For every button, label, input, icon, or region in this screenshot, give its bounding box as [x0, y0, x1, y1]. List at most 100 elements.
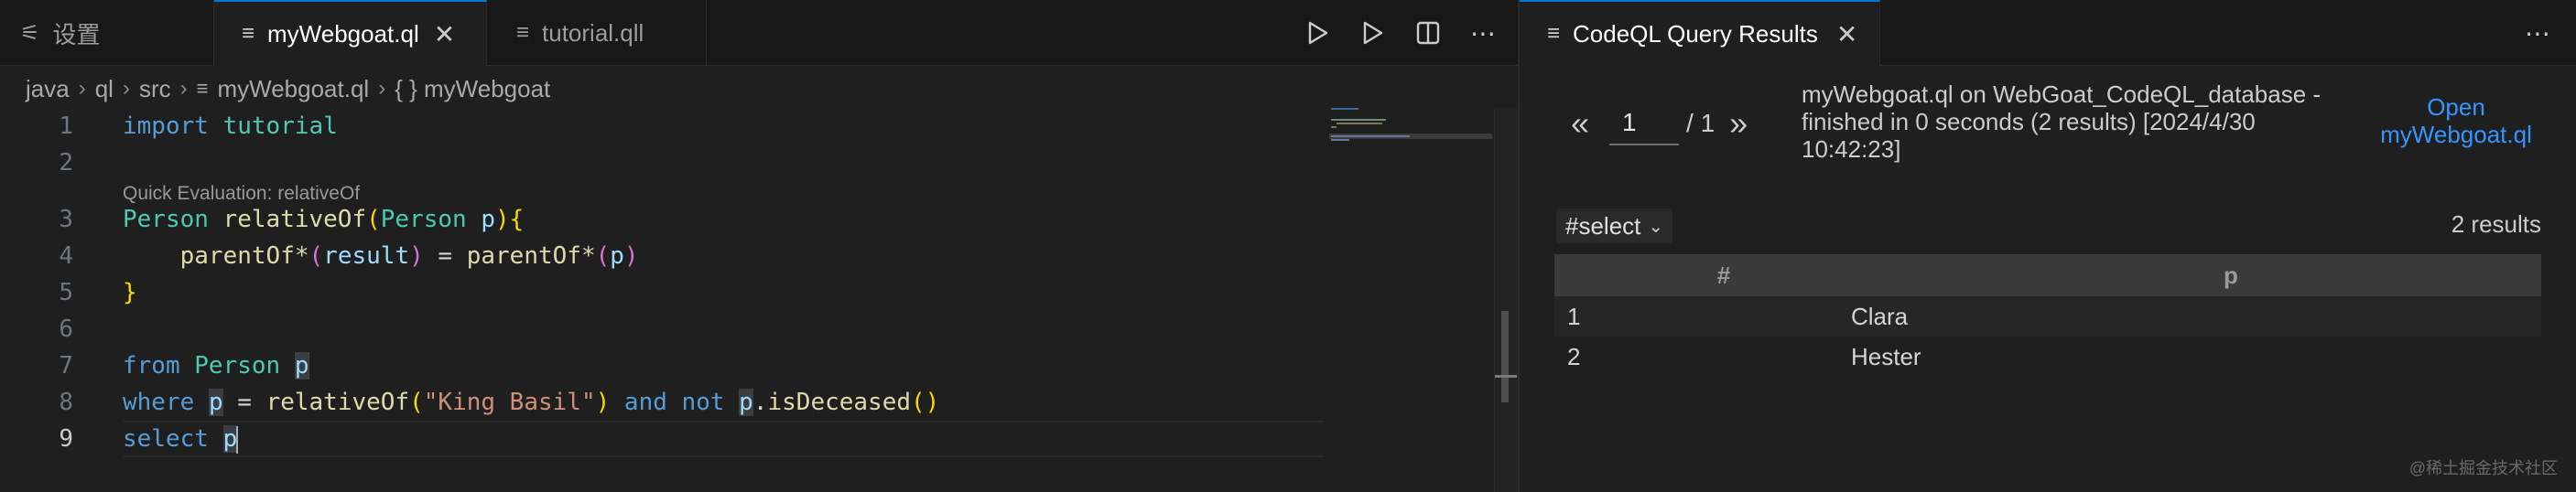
code-token: p — [610, 242, 624, 270]
code-token: from — [123, 352, 180, 380]
previous-page-icon[interactable]: « — [1571, 104, 1589, 143]
breadcrumb-item[interactable]: ql — [95, 75, 114, 103]
chevron-right-icon: › — [78, 76, 86, 101]
close-icon[interactable]: ✕ — [1836, 19, 1857, 49]
line-number: 9 — [59, 425, 73, 453]
code-line: 3 Person relativeOf(Person p){ — [0, 201, 1327, 238]
page-total: / 1 — [1686, 109, 1716, 137]
code-token: relativeOf — [265, 389, 410, 416]
code-line: 2 — [0, 144, 1327, 181]
tab-tutorial-qll[interactable]: ≡ tutorial.qll — [487, 0, 707, 66]
code-token: p — [208, 389, 223, 416]
editor-actions: ⋯ — [1304, 0, 1498, 66]
code-token: p — [294, 352, 309, 380]
code-line: 7 from Person p — [0, 348, 1327, 384]
debug-run-icon[interactable] — [1358, 18, 1388, 48]
code-token: relativeOf — [222, 206, 367, 233]
file-lines-icon: ≡ — [516, 20, 530, 45]
tab-label: tutorial.qll — [542, 18, 644, 47]
code-token: Person — [380, 206, 467, 233]
line-number: 8 — [59, 389, 73, 416]
line-number: 3 — [59, 206, 73, 233]
more-actions-icon[interactable]: ⋯ — [1468, 18, 1498, 48]
row-index: 1 — [1567, 302, 1581, 330]
code-token: p — [481, 206, 496, 233]
breadcrumb: java › ql › src › ≡ myWebgoat.ql › { } m… — [26, 71, 550, 106]
query-summary: myWebgoat.ql on WebGoat_CodeQL_database … — [1802, 80, 2322, 163]
file-lines-icon: ≡ — [196, 77, 209, 100]
code-editor[interactable]: 1 import tutorial 2 Quick Evaluation: re… — [0, 108, 1327, 492]
query-results-panel: ≡ CodeQL Query Results ✕ ⋯ « / 1 » myWeb… — [1520, 0, 2576, 492]
code-line: 1 import tutorial — [0, 108, 1327, 144]
code-token: tutorial — [222, 112, 338, 140]
row-value[interactable]: Hester — [1851, 343, 2541, 371]
result-set-value: #select — [1565, 211, 1641, 240]
code-line: 4 parentOf*(result) = parentOf*(p) — [0, 238, 1327, 274]
minimap[interactable] — [1329, 108, 1494, 492]
file-lines-icon: ≡ — [242, 21, 255, 46]
vertical-scrollbar[interactable] — [1494, 108, 1518, 492]
column-header-p[interactable]: p — [1829, 262, 2541, 290]
code-token: parentOf* — [179, 242, 309, 270]
result-set-select[interactable]: #select ⌄ — [1556, 209, 1673, 243]
code-token: select — [123, 425, 209, 453]
watermark: @稀土掘金技术社区 — [2408, 459, 2558, 477]
tab-label: myWebgoat.ql — [267, 19, 419, 48]
line-number: 1 — [59, 112, 73, 140]
row-index: 2 — [1567, 342, 1581, 370]
row-value[interactable]: Clara — [1851, 303, 2541, 331]
line-number: 6 — [59, 316, 73, 343]
code-token: result — [323, 242, 410, 270]
tab-mywebgoat-ql[interactable]: ≡ myWebgoat.ql ✕ — [214, 0, 487, 66]
run-icon[interactable] — [1304, 18, 1333, 48]
file-lines-icon: ≡ — [1547, 21, 1561, 46]
code-token: = — [438, 242, 453, 270]
chevron-right-icon: › — [179, 76, 188, 101]
line-number: 5 — [59, 279, 73, 306]
editor-tab-bar: ⚟ 设置 ≡ myWebgoat.ql ✕ ≡ tutorial.qll ⋯ — [0, 0, 1518, 66]
chevron-right-icon: › — [378, 76, 386, 101]
scrollbar-thumb[interactable] — [1501, 311, 1509, 402]
close-icon[interactable]: ✕ — [434, 19, 455, 49]
line-number: 7 — [59, 352, 73, 380]
tab-label: 设置 — [52, 20, 101, 48]
code-token: p — [739, 389, 753, 416]
breadcrumb-item[interactable]: src — [139, 75, 171, 103]
table-row[interactable]: 1 Clara — [1554, 296, 2541, 337]
code-token: "King Basil" — [423, 389, 596, 416]
table-row[interactable]: 2 Hester — [1554, 337, 2541, 377]
split-editor-icon[interactable] — [1413, 18, 1443, 48]
code-line: 8 where p = relativeOf("King Basil") and… — [0, 384, 1327, 421]
code-token: Person — [194, 352, 281, 380]
code-token: Person — [123, 206, 209, 233]
scrollbar-cursor-marker — [1495, 375, 1517, 378]
breadcrumb-item[interactable]: java — [26, 75, 70, 103]
code-line: 9 select p — [0, 421, 1327, 457]
results-tab-bar: ≡ CodeQL Query Results ✕ ⋯ — [1520, 0, 2576, 66]
column-header-index[interactable]: # — [1554, 262, 1829, 290]
code-token: parentOf* — [466, 242, 596, 270]
tab-label: CodeQL Query Results — [1573, 19, 1818, 48]
tab-codeql-query-results[interactable]: ≡ CodeQL Query Results ✕ — [1520, 0, 1880, 66]
code-token: not — [681, 389, 725, 416]
code-line: 5 } — [0, 274, 1327, 311]
code-token: import — [123, 112, 209, 140]
page-number-input[interactable] — [1609, 102, 1680, 145]
chevron-down-icon: ⌄ — [1648, 216, 1664, 237]
breadcrumb-item[interactable]: myWebgoat.ql — [217, 75, 369, 103]
code-token: where — [123, 389, 195, 416]
open-query-link[interactable]: Open myWebgoat.ql — [2369, 93, 2543, 148]
more-actions-icon[interactable]: ⋯ — [2525, 18, 2550, 48]
editor-group: ⚟ 设置 ≡ myWebgoat.ql ✕ ≡ tutorial.qll ⋯ j… — [0, 0, 1518, 492]
code-token: p — [222, 425, 238, 453]
code-token: isDeceased — [767, 389, 912, 416]
line-number: 4 — [59, 242, 73, 270]
breadcrumb-item[interactable]: { } myWebgoat — [395, 75, 550, 103]
text-caret — [236, 426, 238, 454]
settings-icon: ⚟ — [20, 20, 40, 46]
next-page-icon[interactable]: » — [1729, 104, 1748, 143]
code-token: and — [623, 389, 667, 416]
results-table: # p 1 Clara 2 Hester — [1554, 254, 2541, 377]
tab-settings[interactable]: ⚟ 设置 — [0, 0, 214, 66]
table-header: # p — [1554, 254, 2541, 296]
